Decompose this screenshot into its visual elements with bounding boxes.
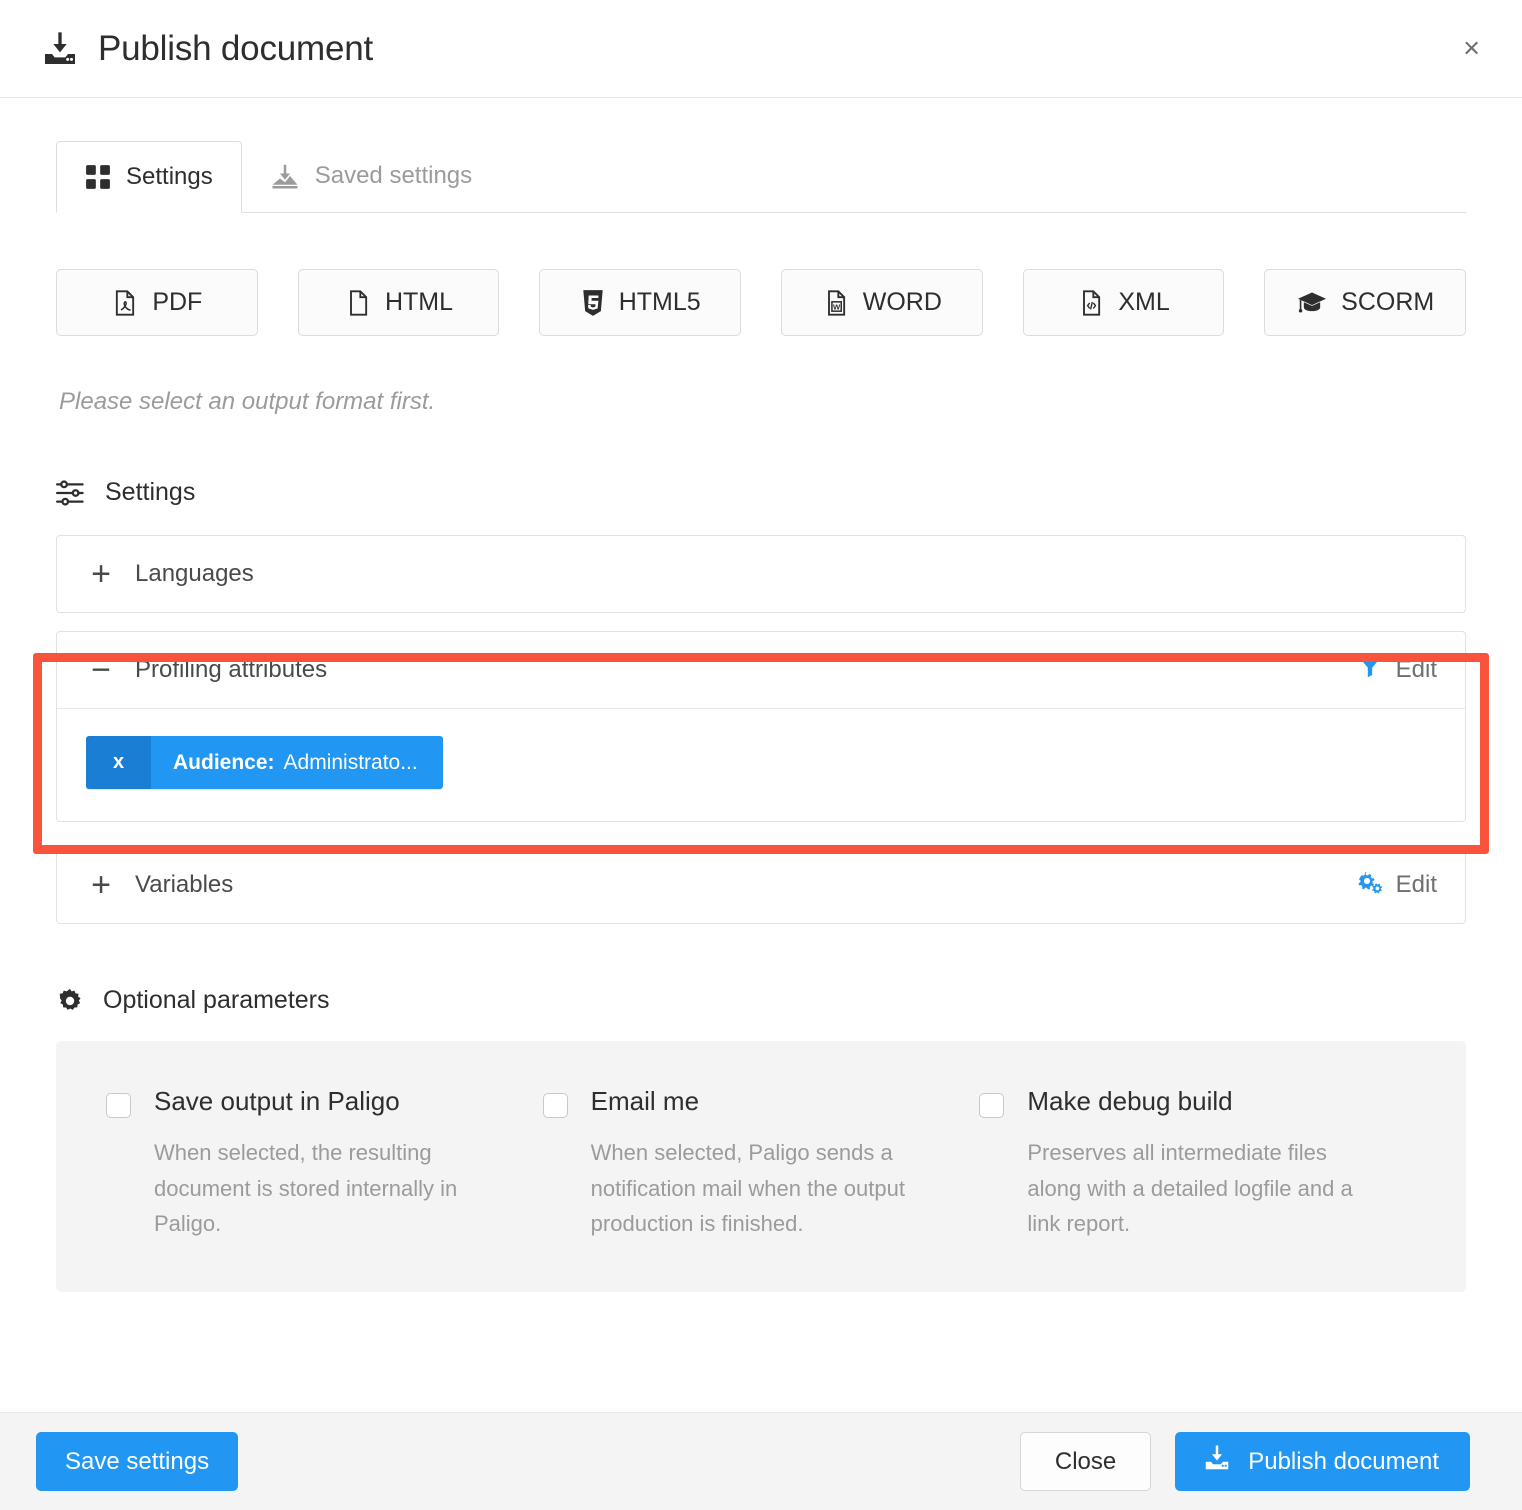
xml-file-icon [1077,289,1105,317]
tag-body[interactable]: Audience: Administrato... [151,736,443,789]
make-debug-build-checkbox[interactable] [979,1093,1005,1118]
tag-value: Administrato... [283,750,418,774]
publish-download-icon [1202,1443,1232,1480]
format-button-xml-label: XML [1118,288,1170,316]
dialog-footer: Save settings Close Publish document [0,1412,1522,1510]
optional-parameters-heading: Optional parameters [56,986,1466,1015]
save-download-icon [270,161,300,191]
pdf-file-icon [111,289,139,317]
tab-bar: Settings Saved settings [56,141,1466,213]
expand-plus-icon: + [91,555,111,593]
save-output-checkbox[interactable] [106,1093,131,1118]
html5-shield-icon [580,289,606,317]
option-row: Make debug build [979,1087,1370,1118]
expand-plus-icon: + [91,866,111,904]
gears-icon [1356,870,1382,901]
save-settings-button[interactable]: Save settings [36,1432,239,1491]
gear-icon [56,987,84,1015]
email-me-label: Email me [590,1086,700,1116]
footer-actions: Close Publish document [1019,1432,1470,1491]
output-format-buttons: PDF HTML HTML5 W WORD XML SCORM [56,269,1467,336]
settings-section-label: Settings [105,478,196,506]
accordion-profiling-attributes: − Profiling attributes Edit x Audience: … [56,631,1466,822]
save-output-description: When selected, the resulting document is… [154,1140,458,1237]
optional-parameters-panel: Save output in Paligo When selected, the… [56,1041,1466,1292]
accordion-languages: + Languages [56,535,1466,613]
format-button-scorm-label: SCORM [1341,288,1435,316]
format-button-html5[interactable]: HTML5 [539,269,742,336]
email-me-checkbox[interactable] [542,1093,568,1118]
format-button-pdf-label: PDF [152,288,203,316]
option-save-output-in-paligo: Save output in Paligo When selected, the… [106,1087,543,1242]
option-row: Save output in Paligo [106,1087,497,1118]
format-button-xml[interactable]: XML [1022,269,1225,336]
accordion-variables-header[interactable]: + Variables Edit [57,847,1465,923]
variables-edit-link[interactable]: Edit [1356,870,1437,901]
accordion-variables: + Variables Edit [56,846,1466,924]
tab-settings-label: Settings [126,163,213,190]
profiling-attributes-content: x Audience: Administrato... [57,708,1465,821]
profiling-attributes-edit-link[interactable]: Edit [1358,655,1437,686]
format-button-word-label: WORD [862,288,942,316]
close-button-label: Close [1054,1447,1117,1475]
option-row: Email me [542,1086,934,1118]
accordion-languages-title: Languages [135,560,254,587]
word-file-icon: W [822,289,850,317]
format-button-scorm[interactable]: SCORM [1264,269,1467,336]
page-title: Publish document [98,29,374,68]
make-debug-build-description: Preserves all intermediate files along w… [1027,1140,1353,1237]
tag-key: Audience: [173,750,275,774]
option-make-debug-build: Make debug build Preserves all intermedi… [979,1087,1416,1242]
tab-saved-settings-label: Saved settings [314,162,473,189]
svg-text:W: W [833,302,841,311]
collapse-minus-icon: − [91,651,111,689]
publish-download-icon [40,29,80,69]
settings-section-heading: Settings [56,478,1466,507]
format-button-word[interactable]: W WORD [781,269,983,336]
dialog-body: Settings Saved settings PDF HTML HTML5 W… [0,98,1522,1412]
save-output-label: Save output in Paligo [154,1086,400,1116]
accordion-profiling-attributes-header[interactable]: − Profiling attributes Edit [57,632,1465,708]
format-button-html[interactable]: HTML [297,269,500,336]
profiling-attributes-edit-label: Edit [1395,656,1437,683]
publish-document-button[interactable]: Publish document [1175,1432,1470,1491]
make-debug-build-label: Make debug build [1027,1086,1233,1116]
dialog-header: Publish document × [0,0,1522,98]
tab-settings[interactable]: Settings [56,141,242,213]
grid-squares-icon [85,164,111,190]
format-button-html-label: HTML [384,288,454,316]
accordion-profiling-attributes-title: Profiling attributes [135,656,328,683]
html-file-icon [344,289,372,317]
variables-edit-label: Edit [1395,871,1437,898]
option-email-me: Email me When selected, Paligo sends a n… [542,1086,980,1242]
sliders-icon [56,479,86,506]
graduation-cap-icon [1296,289,1328,317]
tab-saved-settings[interactable]: Saved settings [242,140,500,212]
format-button-pdf[interactable]: PDF [56,269,258,336]
save-settings-label: Save settings [65,1447,210,1475]
profiling-attribute-tag: x Audience: Administrato... [86,736,443,789]
accordion-variables-title: Variables [135,871,234,898]
publish-document-dialog: Publish document × Settings Saved settin… [0,0,1522,1510]
format-button-html5-label: HTML5 [618,288,701,316]
optional-parameters-label: Optional parameters [103,986,330,1014]
publish-document-label: Publish document [1248,1447,1439,1475]
email-me-description: When selected, Paligo sends a notificati… [590,1140,905,1237]
close-icon[interactable]: × [1463,34,1480,63]
dialog-title-group: Publish document [40,29,373,69]
filter-funnel-icon [1358,655,1382,686]
remove-tag-button[interactable]: x [86,736,151,789]
close-button[interactable]: Close [1019,1432,1152,1491]
output-format-hint: Please select an output format first. [59,388,436,415]
accordion-languages-header[interactable]: + Languages [57,536,1465,612]
